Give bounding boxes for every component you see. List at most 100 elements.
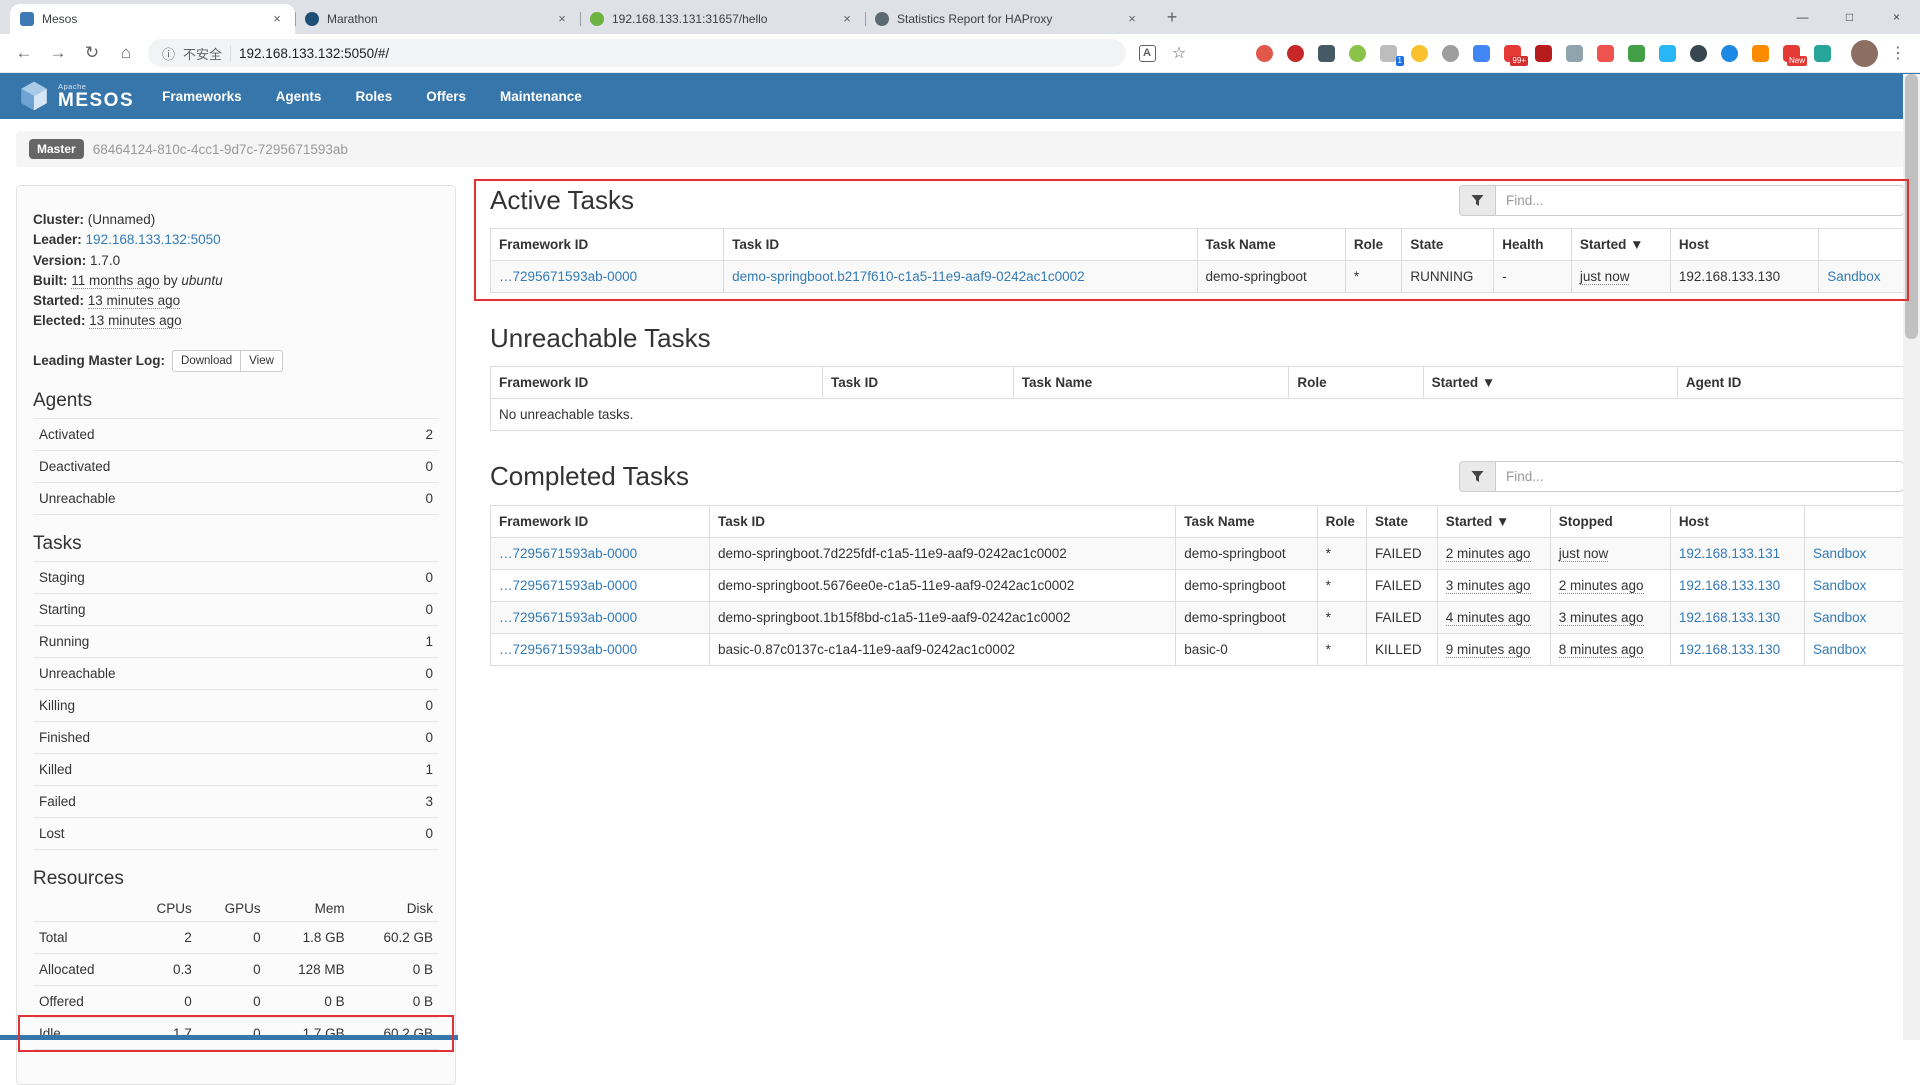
tab-close-icon[interactable]: × — [1124, 11, 1140, 27]
page-scrollbar[interactable] — [1903, 74, 1920, 1040]
column-header[interactable]: Host — [1670, 505, 1804, 537]
tab-close-icon[interactable]: × — [269, 11, 285, 27]
link-sandbox[interactable]: Sandbox — [1813, 642, 1866, 657]
column-header[interactable]: State — [1367, 505, 1438, 537]
column-header[interactable]: Framework ID — [491, 229, 724, 261]
column-header[interactable]: Host — [1670, 229, 1818, 261]
column-header[interactable]: Role — [1289, 367, 1423, 399]
browser-extension-icon[interactable] — [1659, 45, 1676, 62]
close-button[interactable]: × — [1873, 0, 1920, 34]
browser-extension-icon[interactable] — [1566, 45, 1583, 62]
info-value: 13 minutes ago — [88, 293, 180, 309]
page-info-icon[interactable]: ⓘ — [162, 44, 175, 63]
home-button[interactable]: ⌂ — [110, 37, 142, 69]
browser-tab[interactable]: Statistics Report for HAProxy× — [865, 4, 1150, 34]
column-header[interactable]: Stopped — [1550, 505, 1670, 537]
browser-extension-icon[interactable]: 1 — [1380, 45, 1397, 62]
browser-extension-icon[interactable] — [1256, 45, 1273, 62]
link-framework-id[interactable]: …7295671593ab-0000 — [499, 642, 637, 657]
column-header[interactable]: Started ▼ — [1437, 505, 1550, 537]
active-tasks-find-input[interactable] — [1496, 185, 1904, 216]
link-sandbox[interactable]: Sandbox — [1813, 610, 1866, 625]
active-tasks-filter-button[interactable] — [1459, 185, 1496, 216]
address-bar[interactable]: ⓘ 不安全 192.168.133.132:5050/#/ — [148, 39, 1126, 67]
browser-extension-icon[interactable] — [1721, 45, 1738, 62]
column-header[interactable]: Task ID — [823, 367, 1014, 399]
browser-extension-icon[interactable] — [1628, 45, 1645, 62]
mesos-brand[interactable]: Apache MESOS — [18, 80, 134, 112]
navbar-item-roles[interactable]: Roles — [355, 89, 392, 104]
browser-tab[interactable]: 192.168.133.131:31657/hello× — [580, 4, 865, 34]
column-header[interactable]: Task Name — [1197, 229, 1345, 261]
scrollbar-thumb[interactable] — [1905, 74, 1918, 339]
column-header[interactable]: Health — [1494, 229, 1572, 261]
link-framework-id[interactable]: …7295671593ab-0000 — [499, 610, 637, 625]
link-sandbox[interactable]: Sandbox — [1827, 269, 1880, 284]
column-header[interactable]: State — [1402, 229, 1494, 261]
navbar-item-offers[interactable]: Offers — [426, 89, 466, 104]
column-header[interactable] — [1805, 505, 1904, 537]
link-framework-id[interactable]: …7295671593ab-0000 — [499, 269, 637, 284]
browser-extension-icon[interactable] — [1349, 45, 1366, 62]
maximize-button[interactable]: □ — [1826, 0, 1873, 34]
cell-started: 4 minutes ago — [1437, 601, 1550, 633]
link-host[interactable]: 192.168.133.131 — [1679, 546, 1780, 561]
browser-extension-icon[interactable] — [1597, 45, 1614, 62]
column-header[interactable]: Framework ID — [491, 505, 710, 537]
browser-extension-icon[interactable] — [1690, 45, 1707, 62]
column-header[interactable]: Task ID — [710, 505, 1176, 537]
column-header[interactable]: Task Name — [1176, 505, 1317, 537]
brand-mesos-label: MESOS — [58, 91, 134, 110]
forward-button[interactable]: → — [42, 37, 74, 69]
cluster-info-line: Built: 11 months ago by ubuntu — [33, 271, 439, 291]
column-header[interactable] — [1819, 229, 1904, 261]
bookmark-star-icon[interactable]: ☆ — [1164, 38, 1194, 68]
profile-avatar[interactable] — [1851, 40, 1878, 67]
download-log-button[interactable]: Download — [172, 350, 241, 372]
back-button[interactable]: ← — [8, 37, 40, 69]
link-sandbox[interactable]: Sandbox — [1813, 546, 1866, 561]
view-log-button[interactable]: View — [241, 350, 283, 372]
new-tab-button[interactable]: + — [1158, 3, 1186, 31]
browser-extension-icon[interactable] — [1318, 45, 1335, 62]
resource-label: Offered — [33, 985, 130, 1017]
browser-extension-icon[interactable] — [1411, 45, 1428, 62]
column-header[interactable]: Task Name — [1013, 367, 1289, 399]
leader-link[interactable]: 192.168.133.132:5050 — [86, 232, 221, 247]
link-host[interactable]: 192.168.133.130 — [1679, 642, 1780, 657]
link-framework-id[interactable]: …7295671593ab-0000 — [499, 546, 637, 561]
tab-close-icon[interactable]: × — [839, 11, 855, 27]
browser-extension-icon[interactable] — [1814, 45, 1831, 62]
browser-tab[interactable]: Marathon× — [295, 4, 580, 34]
browser-extension-icon[interactable] — [1473, 45, 1490, 62]
column-header[interactable]: Role — [1317, 505, 1366, 537]
browser-extension-icon[interactable] — [1752, 45, 1769, 62]
navbar-item-frameworks[interactable]: Frameworks — [162, 89, 242, 104]
browser-extension-icon[interactable]: 99+ — [1504, 45, 1521, 62]
tab-close-icon[interactable]: × — [554, 11, 570, 27]
column-header[interactable]: Agent ID — [1677, 367, 1903, 399]
column-header[interactable]: Role — [1345, 229, 1402, 261]
column-header[interactable]: Task ID — [724, 229, 1197, 261]
navbar-item-agents[interactable]: Agents — [276, 89, 322, 104]
link-framework-id[interactable]: …7295671593ab-0000 — [499, 578, 637, 593]
link-host[interactable]: 192.168.133.130 — [1679, 610, 1780, 625]
navbar-item-maintenance[interactable]: Maintenance — [500, 89, 582, 104]
link-task-id[interactable]: demo-springboot.b217f610-c1a5-11e9-aaf9-… — [732, 269, 1085, 284]
translate-icon[interactable]: A — [1132, 38, 1162, 68]
browser-menu-icon[interactable]: ⋮ — [1884, 39, 1912, 67]
column-header[interactable]: Framework ID — [491, 367, 823, 399]
column-header[interactable]: Started ▼ — [1571, 229, 1670, 261]
link-host[interactable]: 192.168.133.130 — [1679, 578, 1780, 593]
browser-extension-icon[interactable] — [1442, 45, 1459, 62]
browser-extension-icon[interactable] — [1535, 45, 1552, 62]
browser-extension-icon[interactable] — [1287, 45, 1304, 62]
column-header[interactable]: Started ▼ — [1423, 367, 1677, 399]
browser-tab[interactable]: Mesos× — [10, 4, 295, 34]
link-sandbox[interactable]: Sandbox — [1813, 578, 1866, 593]
refresh-button[interactable]: ↻ — [76, 37, 108, 69]
completed-tasks-filter-button[interactable] — [1459, 461, 1496, 492]
browser-extension-icon[interactable]: New — [1783, 45, 1800, 62]
minimize-button[interactable]: — — [1779, 0, 1826, 34]
completed-tasks-find-input[interactable] — [1496, 461, 1904, 492]
